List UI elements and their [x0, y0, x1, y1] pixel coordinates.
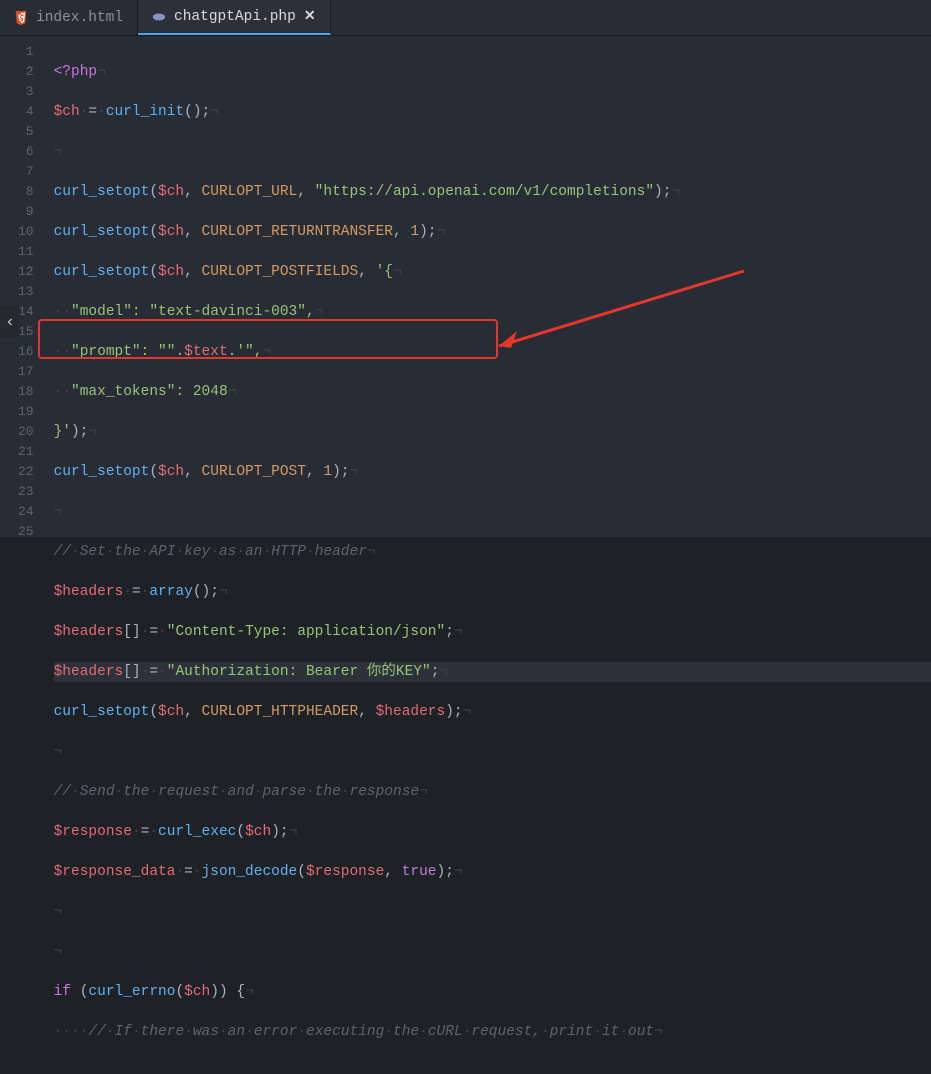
- line-number: 1: [18, 42, 34, 62]
- line-number: 3: [18, 82, 34, 102]
- line-number: 8: [18, 182, 34, 202]
- code-line: ¬: [54, 942, 931, 962]
- code-line: $response·=·curl_exec($ch);¬: [54, 822, 931, 842]
- line-number: 5: [18, 122, 34, 142]
- line-number: 18: [18, 382, 34, 402]
- tab-bar: index.html chatgptApi.php ✕: [0, 0, 931, 36]
- line-number: 17: [18, 362, 34, 382]
- tab-index-html[interactable]: index.html: [0, 0, 138, 35]
- line-number: 6: [18, 142, 34, 162]
- code-line: <?php¬: [54, 62, 931, 82]
- line-number: 20: [18, 422, 34, 442]
- tab-label: chatgptApi.php: [174, 9, 296, 25]
- code-line: curl_setopt($ch, CURLOPT_URL, "https://a…: [54, 182, 931, 202]
- line-number: 9: [18, 202, 34, 222]
- tab-chatgptapi-php[interactable]: chatgptApi.php ✕: [138, 0, 331, 35]
- line-number: 21: [18, 442, 34, 462]
- chevron-left-icon: ‹: [5, 313, 15, 331]
- line-number: 19: [18, 402, 34, 422]
- code-line: curl_setopt($ch, CURLOPT_POSTFIELDS, '{¬: [54, 262, 931, 282]
- code-line: ··"prompt": "".$text.'",¬: [54, 342, 931, 362]
- code-line: curl_setopt($ch, CURLOPT_POST, 1);¬: [54, 462, 931, 482]
- line-number: 2: [18, 62, 34, 82]
- code-line: ¬: [54, 142, 931, 162]
- code-line: curl_setopt($ch, CURLOPT_HTTPHEADER, $he…: [54, 702, 931, 722]
- code-line: //·Send·the·request·and·parse·the·respon…: [54, 782, 931, 802]
- line-number: 7: [18, 162, 34, 182]
- code-line-highlighted: $headers[]·=·"Authorization: Bearer 你的KE…: [54, 662, 931, 682]
- line-number: 23: [18, 482, 34, 502]
- code-line: ¬: [54, 902, 931, 922]
- line-number: 11: [18, 242, 34, 262]
- line-number: 14: [18, 302, 34, 322]
- line-number-gutter: 1 2 3 4 5 6 7 8 9 10 11 12 13 14 15 16 1…: [12, 36, 44, 537]
- code-line: ¬: [54, 742, 931, 762]
- html5-icon: [14, 11, 28, 25]
- code-line: curl_setopt($ch, CURLOPT_RETURNTRANSFER,…: [54, 222, 931, 242]
- line-number: 12: [18, 262, 34, 282]
- code-line: //·Set·the·API·key·as·an·HTTP·header¬: [54, 542, 931, 562]
- code-line: ··"model": "text-davinci-003",¬: [54, 302, 931, 322]
- line-number: 15: [18, 322, 34, 342]
- code-line: ¬: [54, 502, 931, 522]
- code-line: if (curl_errno($ch)) {¬: [54, 982, 931, 1002]
- line-number: 22: [18, 462, 34, 482]
- code-line: }');¬: [54, 422, 931, 442]
- tab-label: index.html: [36, 10, 123, 26]
- php-icon: [152, 10, 166, 24]
- panel-toggle-handle[interactable]: ‹: [0, 306, 20, 338]
- code-line: $headers·=·array();¬: [54, 582, 931, 602]
- line-number: 13: [18, 282, 34, 302]
- line-number: 10: [18, 222, 34, 242]
- line-number: 24: [18, 502, 34, 522]
- code-line: ··"max_tokens": 2048¬: [54, 382, 931, 402]
- code-line: $headers[]·=·"Content-Type: application/…: [54, 622, 931, 642]
- code-line: $response_data·=·json_decode($response, …: [54, 862, 931, 882]
- fold-strip: [0, 36, 12, 537]
- line-number: 16: [18, 342, 34, 362]
- close-icon[interactable]: ✕: [304, 8, 316, 25]
- line-number: 25: [18, 522, 34, 542]
- code-editor[interactable]: ‹ 1 2 3 4 5 6 7 8 9 10 11 12 13 14 15 16…: [0, 36, 931, 537]
- code-area[interactable]: <?php¬ $ch·=·curl_init();¬ ¬ curl_setopt…: [44, 36, 931, 537]
- code-line: ····//·If·there·was·an·error·executing·t…: [54, 1022, 931, 1042]
- code-line: $ch·=·curl_init();¬: [54, 102, 931, 122]
- line-number: 4: [18, 102, 34, 122]
